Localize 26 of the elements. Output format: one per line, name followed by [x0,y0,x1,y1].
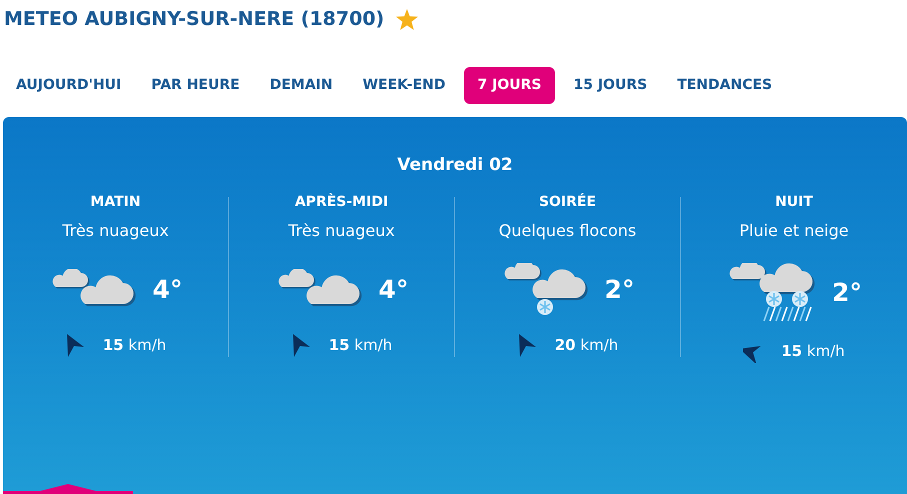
wind-speed: 20 km/h [554,334,618,356]
period-name: NUIT [775,193,813,211]
nav-tab[interactable]: PAR HEURE [139,67,252,104]
temperature: 2° [604,274,634,306]
condition-text: Pluie et neige [739,221,849,241]
period-name: SOIRÉE [538,193,596,211]
condition-text: Quelques flocons [498,221,636,241]
day-title: Vendredi 02 [396,154,514,177]
condition-text: Très nuageux [62,221,169,241]
nav-tab[interactable]: DEMAIN [258,67,345,104]
wind-speed: 15 km/h [781,340,845,362]
condition-text: Très nuageux [288,221,395,241]
temperature: 2° [832,277,862,310]
page-title: METEO AUBIGNY-SUR-NERE (18700) [4,6,384,32]
nav-tab[interactable]: TENDANCES [665,67,784,104]
nav-tab[interactable]: 7 JOURS [464,67,556,104]
wind-speed: 15 km/h [102,334,166,356]
temperature: 4° [378,274,408,306]
temperature: 4° [152,274,182,306]
period-name: APRÈS-MIDI [294,193,388,211]
wind-speed: 15 km/h [328,334,392,356]
star-icon[interactable] [396,8,418,30]
period-name: MATIN [90,193,141,211]
nav-tab[interactable]: 15 JOURS [561,67,660,104]
nav-tab[interactable]: WEEK-END [350,67,458,104]
nav-tab[interactable]: AUJOURD'HUI [4,67,134,104]
